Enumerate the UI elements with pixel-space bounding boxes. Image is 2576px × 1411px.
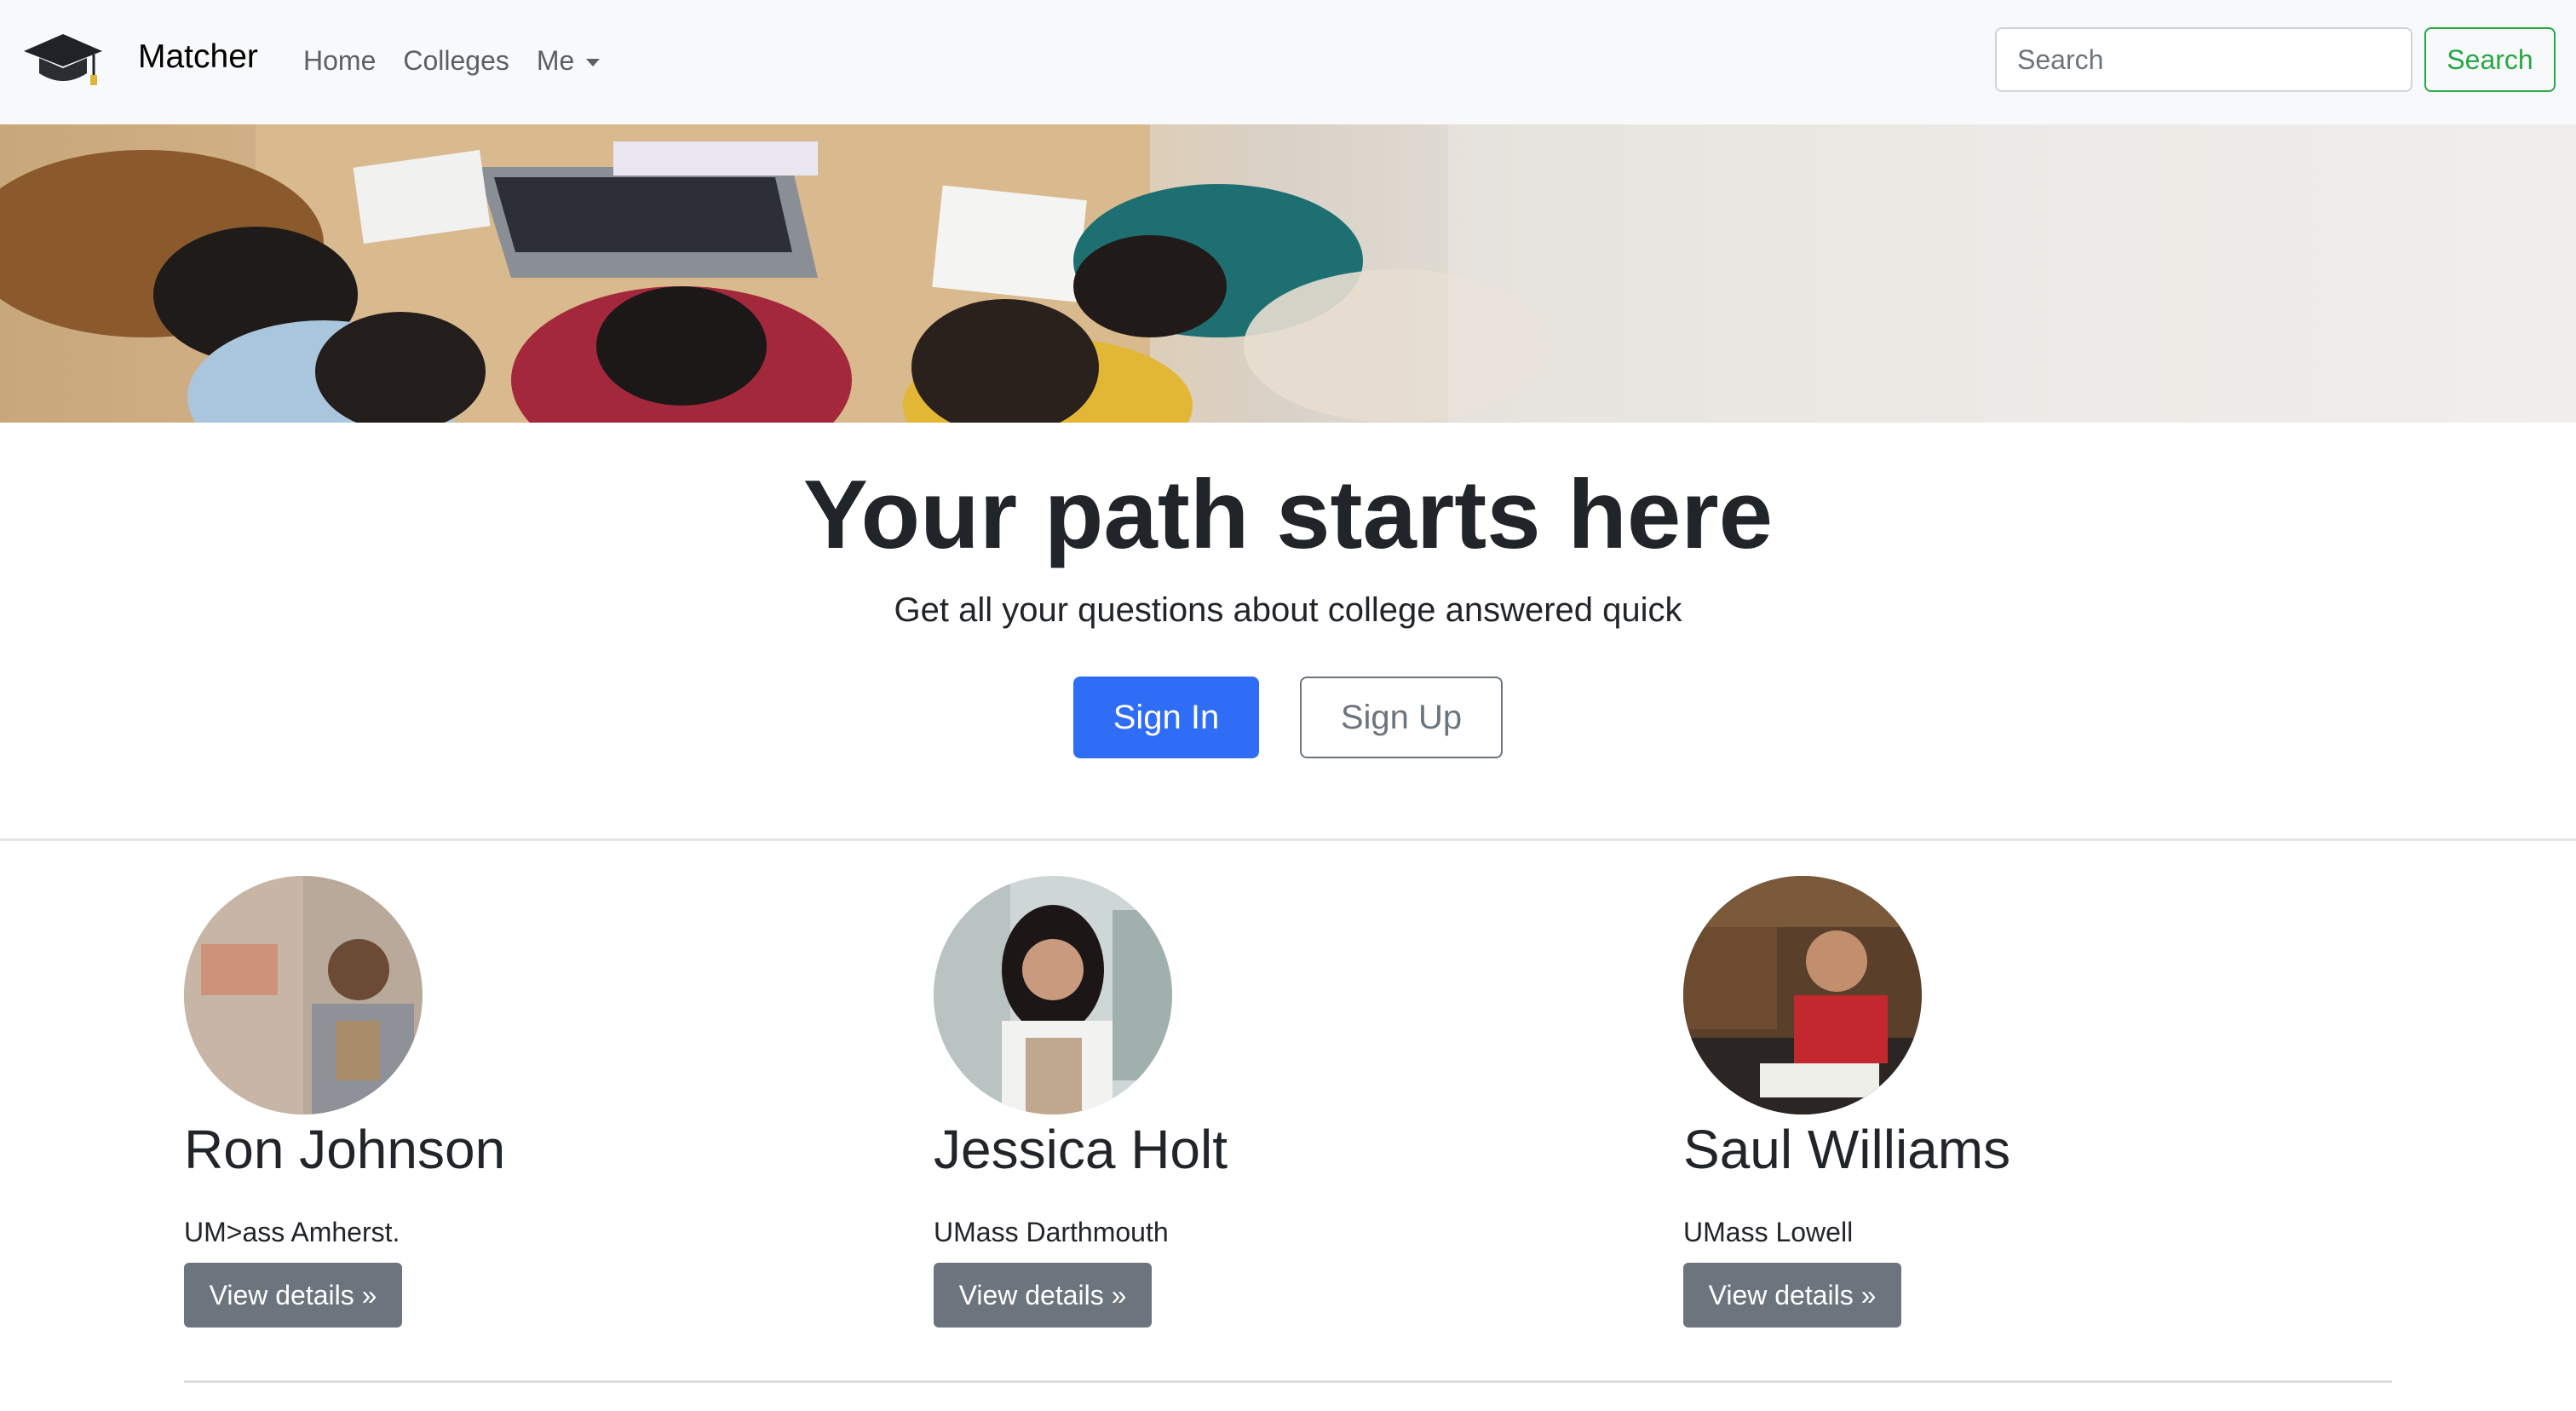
brand-link[interactable]: Matcher	[138, 34, 258, 80]
footer-divider	[184, 1380, 2392, 1383]
avatar	[184, 876, 423, 1114]
section-divider	[0, 838, 2576, 841]
nav-links: Home Colleges Me	[303, 37, 627, 84]
sign-in-button[interactable]: Sign In	[1073, 677, 1259, 758]
nav-me-dropdown[interactable]: Me	[536, 44, 601, 77]
card-school: UMass Lowell	[1683, 1217, 1854, 1247]
card-school: UMass Darthmouth	[934, 1217, 1169, 1247]
search-button[interactable]: Search	[2424, 27, 2556, 92]
profile-card: Jessica Holt UMass Darthmouth View detai…	[934, 876, 1530, 1336]
view-details-button[interactable]: View details »	[1683, 1263, 1901, 1327]
caret-down-icon	[586, 58, 601, 66]
avatar	[934, 876, 1172, 1114]
profile-card: Ron Johnson UM>ass Amherst. View details…	[184, 876, 780, 1336]
view-details-button[interactable]: View details »	[184, 1263, 402, 1327]
card-name: Ron Johnson	[184, 1119, 506, 1180]
nav-colleges[interactable]: Colleges	[403, 45, 509, 77]
sign-up-button[interactable]: Sign Up	[1300, 677, 1503, 758]
students-studying-photo	[0, 124, 2576, 423]
avatar	[1683, 876, 1922, 1114]
profile-card: Saul Williams UMass Lowell View details …	[1683, 876, 2280, 1336]
card-school: UM>ass Amherst.	[184, 1217, 400, 1247]
view-details-button[interactable]: View details »	[934, 1263, 1152, 1327]
search-input[interactable]	[1995, 27, 2412, 92]
card-name: Saul Williams	[1683, 1119, 2011, 1180]
page-title: Your path starts here	[802, 461, 1774, 569]
card-name: Jessica Holt	[934, 1119, 1228, 1180]
nav-me-label: Me	[536, 44, 575, 76]
graduation-cap-icon[interactable]	[22, 29, 104, 90]
navbar: Matcher Home Colleges Me Search	[0, 0, 2576, 124]
hero-subtitle: Get all your questions about college ans…	[894, 591, 1682, 629]
hero-banner-image	[0, 124, 2576, 423]
nav-home[interactable]: Home	[303, 45, 376, 77]
